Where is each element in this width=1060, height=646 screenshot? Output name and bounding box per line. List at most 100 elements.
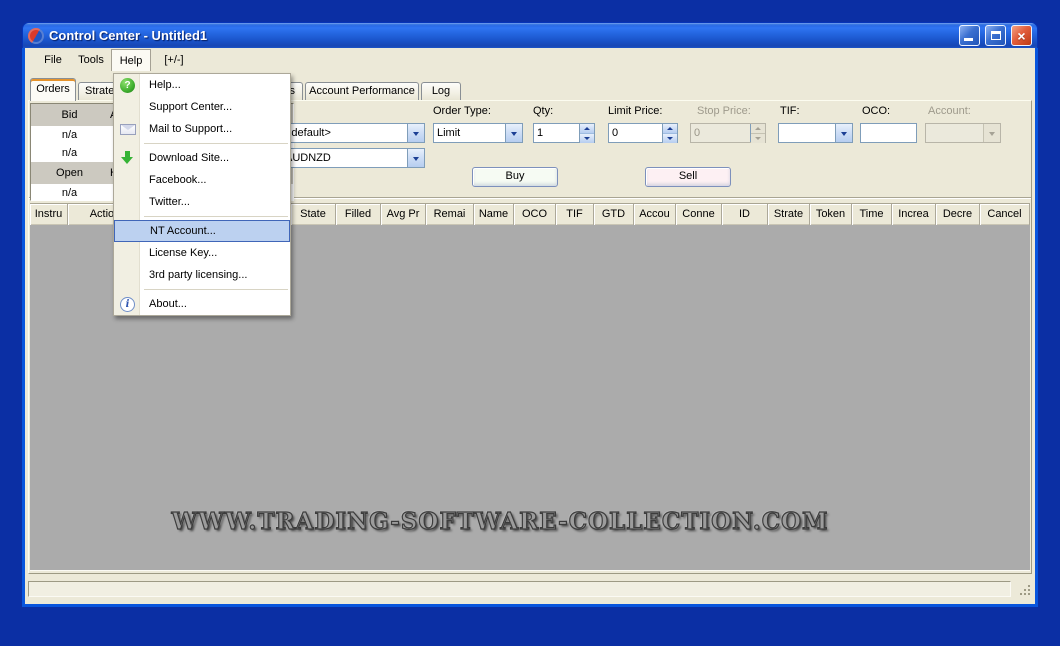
- bid-value: n/a: [31, 126, 108, 144]
- resize-grip[interactable]: [1018, 583, 1031, 596]
- chevron-down-icon[interactable]: [505, 124, 522, 142]
- chevron-down-icon: [983, 124, 1000, 142]
- minimize-button[interactable]: [959, 25, 980, 46]
- order-type-label: Order Type:: [433, 105, 491, 117]
- col-connection[interactable]: Conne: [676, 204, 722, 225]
- col-filled[interactable]: Filled: [336, 204, 381, 225]
- limit-price-value: 0: [609, 124, 662, 142]
- col-decrease[interactable]: Decre: [936, 204, 980, 225]
- menu-item-download-site[interactable]: Download Site...: [114, 147, 290, 169]
- menu-item-license-key[interactable]: License Key...: [114, 242, 290, 264]
- menu-bar: File Tools Help [+/-]: [25, 48, 1035, 73]
- maximize-icon: [991, 31, 1001, 40]
- spin-up-icon[interactable]: [663, 124, 677, 134]
- title-bar[interactable]: Control Center - Untitled1 ×: [22, 22, 1038, 48]
- ninjatrader-logo-icon: [28, 28, 44, 44]
- spin-down-icon[interactable]: [663, 134, 677, 143]
- col-strategy[interactable]: Strate: [768, 204, 810, 225]
- mail-icon: [120, 124, 136, 135]
- close-button[interactable]: ×: [1011, 25, 1032, 46]
- qty-value: 1: [534, 124, 579, 142]
- account-label: Account:: [928, 105, 971, 117]
- menu-item-mail-to-support[interactable]: Mail to Support...: [114, 118, 290, 140]
- info-icon: [120, 297, 135, 312]
- spin-down-icon[interactable]: [580, 134, 594, 143]
- spin-down-icon: [751, 134, 765, 143]
- sell-button[interactable]: Sell: [645, 167, 731, 187]
- help-icon: [120, 78, 135, 93]
- preset-select[interactable]: <default>: [281, 123, 425, 143]
- instrument-select[interactable]: AUDNZD: [281, 148, 425, 168]
- col-token[interactable]: Token: [810, 204, 852, 225]
- tab-account-performance[interactable]: Account Performance: [305, 82, 419, 100]
- tif-value: [779, 124, 835, 142]
- col-cancel[interactable]: Cancel: [980, 204, 1030, 225]
- oco-label: OCO:: [862, 105, 890, 117]
- status-bar: [27, 579, 1033, 598]
- stop-price-stepper: 0: [690, 123, 766, 143]
- menu-item-3rd-party-licensing[interactable]: 3rd party licensing...: [114, 264, 290, 286]
- open-value: n/a: [31, 184, 108, 201]
- menu-item-support-center[interactable]: Support Center...: [114, 96, 290, 118]
- stop-price-value: 0: [691, 124, 750, 142]
- menu-tools[interactable]: Tools: [71, 49, 111, 71]
- menu-separator: [144, 286, 288, 293]
- menu-workspaces[interactable]: [+/-]: [151, 49, 197, 71]
- order-type-value: Limit: [434, 124, 505, 142]
- download-icon: [121, 151, 134, 165]
- minimize-icon: [964, 38, 973, 41]
- col-avg-price[interactable]: Avg Pr: [381, 204, 426, 225]
- menu-item-help[interactable]: Help...: [114, 74, 290, 96]
- menu-separator: [144, 140, 288, 147]
- col-instrument[interactable]: Instru: [30, 204, 68, 225]
- stop-price-label: Stop Price:: [697, 105, 751, 117]
- limit-price-stepper[interactable]: 0: [608, 123, 678, 143]
- help-dropdown-menu: Help... Support Center... Mail to Suppor…: [113, 73, 291, 316]
- col-gtd[interactable]: GTD: [594, 204, 634, 225]
- tif-label: TIF:: [780, 105, 800, 117]
- col-tif[interactable]: TIF: [556, 204, 594, 225]
- menu-item-twitter[interactable]: Twitter...: [114, 191, 290, 213]
- col-increase[interactable]: Increa: [892, 204, 936, 225]
- maximize-button[interactable]: [985, 25, 1006, 46]
- chevron-down-icon[interactable]: [407, 149, 424, 167]
- menu-item-about[interactable]: About...: [114, 293, 290, 315]
- oco-field[interactable]: [860, 123, 917, 143]
- tab-orders[interactable]: Orders: [30, 78, 76, 101]
- status-message: [28, 581, 1011, 597]
- chevron-down-icon[interactable]: [407, 124, 424, 142]
- col-oco[interactable]: OCO: [514, 204, 556, 225]
- qty-stepper[interactable]: 1: [533, 123, 595, 143]
- oco-value: [861, 124, 916, 142]
- chevron-down-icon[interactable]: [835, 124, 852, 142]
- col-state[interactable]: State: [291, 204, 336, 225]
- col-name[interactable]: Name: [474, 204, 514, 225]
- spin-up-icon: [751, 124, 765, 134]
- limit-price-label: Limit Price:: [608, 105, 662, 117]
- account-value: [926, 124, 983, 142]
- menu-item-nt-account[interactable]: NT Account...: [114, 220, 290, 242]
- window-body: File Tools Help [+/-] Orders Strateg s A…: [22, 48, 1038, 607]
- buy-button[interactable]: Buy: [472, 167, 558, 187]
- bid-header: Bid: [31, 104, 108, 126]
- col-remaining[interactable]: Remai: [426, 204, 474, 225]
- menu-item-facebook[interactable]: Facebook...: [114, 169, 290, 191]
- tif-select[interactable]: [778, 123, 853, 143]
- col-id[interactable]: ID: [722, 204, 768, 225]
- watermark-text: WWW.TRADING-SOFTWARE-COLLECTION.COM: [30, 508, 970, 535]
- col-time[interactable]: Time: [852, 204, 892, 225]
- window-title: Control Center - Untitled1: [49, 28, 954, 43]
- control-center-window: Control Center - Untitled1 × File Tools …: [22, 22, 1038, 607]
- col-account[interactable]: Accou: [634, 204, 676, 225]
- spin-up-icon[interactable]: [580, 124, 594, 134]
- bid-value: n/a: [31, 144, 108, 162]
- tab-log[interactable]: Log: [421, 82, 461, 100]
- qty-label: Qty:: [533, 105, 553, 117]
- order-type-select[interactable]: Limit: [433, 123, 523, 143]
- account-select: [925, 123, 1001, 143]
- instrument-value: AUDNZD: [282, 149, 407, 167]
- open-header: Open: [31, 162, 108, 184]
- menu-help[interactable]: Help: [111, 49, 151, 71]
- menu-file[interactable]: File: [35, 49, 71, 71]
- menu-separator: [144, 213, 288, 220]
